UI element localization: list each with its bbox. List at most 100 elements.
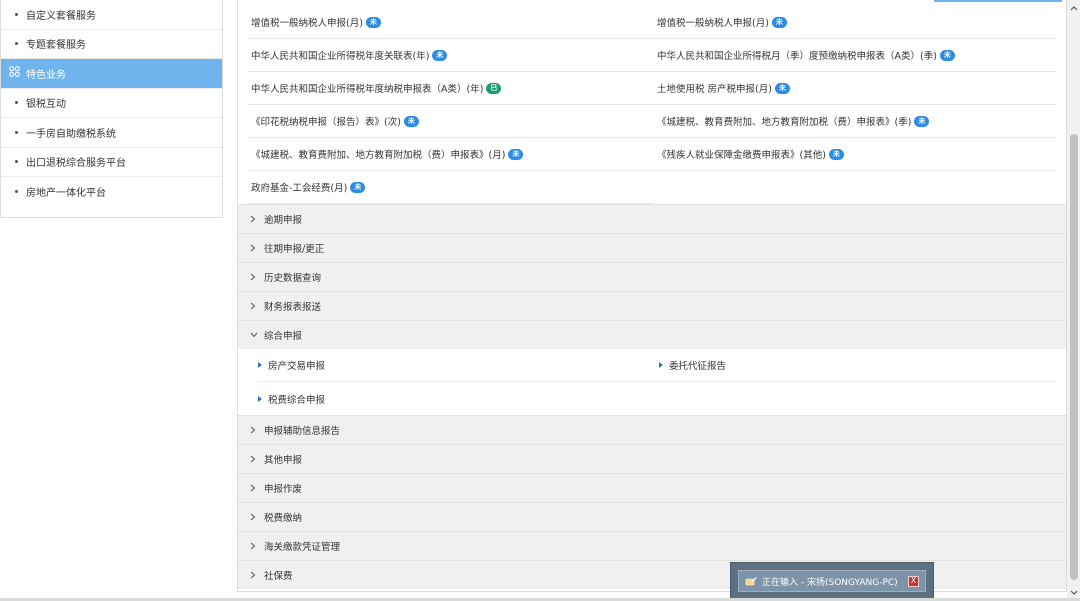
form-link[interactable]: 中华人民共和国企业所得税年度纳税申报表（A类）(年) 已 (248, 81, 652, 95)
sub-item-link[interactable]: 房产交易申报 (258, 358, 657, 372)
form-link[interactable]: 《城建税、教育费附加、地方教育附加税（费）申报表》(月) 未 (248, 147, 652, 161)
form-row: 政府基金-工会经费(月) 未 (248, 171, 652, 204)
chevron-right-icon (250, 215, 262, 223)
form-link[interactable]: 增值税一般纳税人申报(月) 未 (248, 15, 652, 29)
scroll-up-arrow-icon[interactable] (1067, 0, 1080, 17)
sidebar-item-bank-tax[interactable]: 银税互动 (1, 89, 222, 118)
sidebar-item-label: 专题套餐服务 (26, 40, 86, 52)
form-label: 增值税一般纳税人申报(月) (657, 18, 769, 29)
sub-item-label: 税费综合申报 (268, 394, 326, 406)
status-badge: 已 (486, 82, 502, 94)
sidebar-item-label: 自定义套餐服务 (26, 10, 96, 22)
section-label: 申报作废 (264, 484, 303, 495)
section-financial-report[interactable]: 财务报表报送 (238, 291, 1066, 320)
pencil-icon (745, 576, 757, 587)
chevron-right-icon (250, 571, 262, 579)
section-tax-payment[interactable]: 税费缴纳 (238, 502, 1066, 531)
status-badge: 未 (350, 181, 366, 193)
status-badge: 未 (828, 148, 844, 160)
section-customs-voucher[interactable]: 海关缴款凭证管理 (238, 531, 1066, 560)
form-link[interactable]: 《城建税、教育费附加、地方教育附加税（费）申报表》(季) 未 (652, 114, 1056, 128)
chevron-right-icon (250, 484, 262, 492)
section-label: 财务报表报送 (264, 302, 322, 313)
sidebar-item-topic-package[interactable]: 专题套餐服务 (1, 30, 222, 59)
chevron-right-icon (250, 426, 262, 434)
form-link[interactable]: 中华人民共和国企业所得税年度关联表(年) 未 (248, 48, 652, 62)
bullet-icon (15, 12, 18, 16)
triangle-right-icon (659, 362, 663, 368)
form-link[interactable]: 《印花税纳税申报（报告）表》(次) 未 (248, 114, 652, 128)
form-label: 《城建税、教育费附加、地方教育附加税（费）申报表》(月) (251, 150, 506, 161)
section-past-declaration[interactable]: 往期申报/更正 (238, 233, 1066, 262)
chevron-right-icon (250, 455, 262, 463)
scrollbar-thumb[interactable] (1070, 134, 1078, 580)
status-badge: 未 (774, 82, 790, 94)
section-label: 往期申报/更正 (264, 244, 325, 255)
status-badge: 未 (365, 16, 381, 28)
sub-item-label: 房产交易申报 (268, 361, 326, 372)
form-label: 中华人民共和国企业所得税年度关联表(年) (251, 51, 430, 62)
form-list: 增值税一般纳税人申报(月) 未 增值税一般纳税人申报(月) 未 中华人民共和国企… (238, 0, 1066, 204)
form-label: 增值税一般纳税人申报(月) (251, 18, 363, 29)
section-comprehensive-declaration[interactable]: 综合申报 (238, 320, 1066, 349)
section-other-declaration[interactable]: 其他申报 (238, 444, 1066, 473)
sidebar-item-custom-package[interactable]: 自定义套餐服务 (1, 0, 222, 30)
status-badge: 未 (939, 49, 955, 61)
chevron-right-icon (250, 542, 262, 550)
chevron-right-icon (250, 513, 262, 521)
sidebar-item-real-estate[interactable]: 房地产一体化平台 (1, 177, 222, 207)
form-link[interactable]: 《残疾人就业保障金缴费申报表》(其他) 未 (652, 147, 1056, 161)
sidebar-item-label: 一手房自助缴税系统 (26, 128, 116, 140)
sidebar-item-export-refund[interactable]: 出口退税综合服务平台 (1, 148, 222, 177)
form-label: 中华人民共和国企业所得税年度纳税申报表（A类）(年) (251, 84, 484, 95)
typing-status-bar: 正在输入 - 宋扬(SONGYANG-PC) X (738, 570, 926, 592)
section-history-query[interactable]: 历史数据查询 (238, 262, 1066, 291)
bullet-icon (15, 130, 18, 134)
section-label: 历史数据查询 (264, 273, 322, 284)
triangle-right-icon (258, 395, 262, 402)
sub-item-list: 房产交易申报 委托代征报告 税费综合申报 (238, 349, 1066, 415)
chevron-down-icon (250, 332, 262, 338)
form-link[interactable]: 政府基金-工会经费(月) 未 (248, 180, 652, 194)
sidebar-item-label: 出口退税综合服务平台 (26, 158, 126, 170)
sub-item-label: 委托代征报告 (669, 361, 727, 372)
section-label: 申报辅助信息报告 (264, 426, 341, 437)
chevron-right-icon (250, 244, 262, 252)
form-label: 政府基金-工会经费(月) (251, 183, 348, 194)
sidebar-item-house-tax[interactable]: 一手房自助缴税系统 (1, 118, 222, 148)
sub-row: 税费综合申报 (258, 382, 1056, 415)
bullet-icon (15, 160, 18, 164)
left-sidebar: 自定义套餐服务 专题套餐服务 特色业务 银税互动 一手房自助缴税系统 出口退税综… (0, 0, 223, 218)
form-row: 《印花税纳税申报（报告）表》(次) 未 《城建税、教育费附加、地方教育附加税（费… (248, 105, 1056, 138)
bullet-icon (15, 101, 18, 105)
sidebar-item-label: 房地产一体化平台 (26, 188, 106, 200)
form-row: 《城建税、教育费附加、地方教育附加税（费）申报表》(月) 未 《残疾人就业保障金… (248, 138, 1056, 171)
form-link[interactable]: 中华人民共和国企业所得税月（季）度预缴纳税申报表（A类）(季) 未 (652, 48, 1056, 62)
form-label: 中华人民共和国企业所得税月（季）度预缴纳税申报表（A类）(季) (657, 51, 937, 62)
form-label: 《印花税纳税申报（报告）表》(次) (251, 117, 401, 128)
triangle-right-icon (258, 362, 262, 368)
vertical-scrollbar[interactable] (1067, 0, 1080, 601)
sub-item-link[interactable]: 税费综合申报 (258, 392, 657, 406)
status-badge: 未 (914, 115, 930, 127)
form-link[interactable]: 土地使用税 房产税申报(月) 未 (652, 81, 1056, 95)
tab-indicator (934, 0, 1062, 2)
close-icon[interactable]: X (908, 575, 919, 587)
section-overdue-declaration[interactable]: 逾期申报 (238, 204, 1066, 233)
sidebar-item-label: 特色业务 (26, 69, 66, 81)
form-link[interactable]: 增值税一般纳税人申报(月) 未 (652, 15, 1056, 29)
bullet-icon (15, 42, 18, 46)
section-auxiliary-report[interactable]: 申报辅助信息报告 (238, 415, 1066, 444)
bullet-icon (15, 190, 18, 194)
grid-icon (9, 66, 20, 80)
section-void-declaration[interactable]: 申报作废 (238, 473, 1066, 502)
form-label: 土地使用税 房产税申报(月) (657, 84, 772, 95)
sub-item-link[interactable]: 委托代征报告 (657, 358, 1056, 372)
status-badge: 未 (403, 115, 419, 127)
sidebar-item-label: 银税互动 (26, 99, 66, 111)
chevron-right-icon (250, 273, 262, 281)
section-social-security[interactable]: 社保费 (238, 560, 1066, 589)
status-badge: 未 (508, 148, 524, 160)
sidebar-item-special-business[interactable]: 特色业务 (1, 59, 222, 89)
form-label: 《城建税、教育费附加、地方教育附加税（费）申报表》(季) (657, 117, 912, 128)
